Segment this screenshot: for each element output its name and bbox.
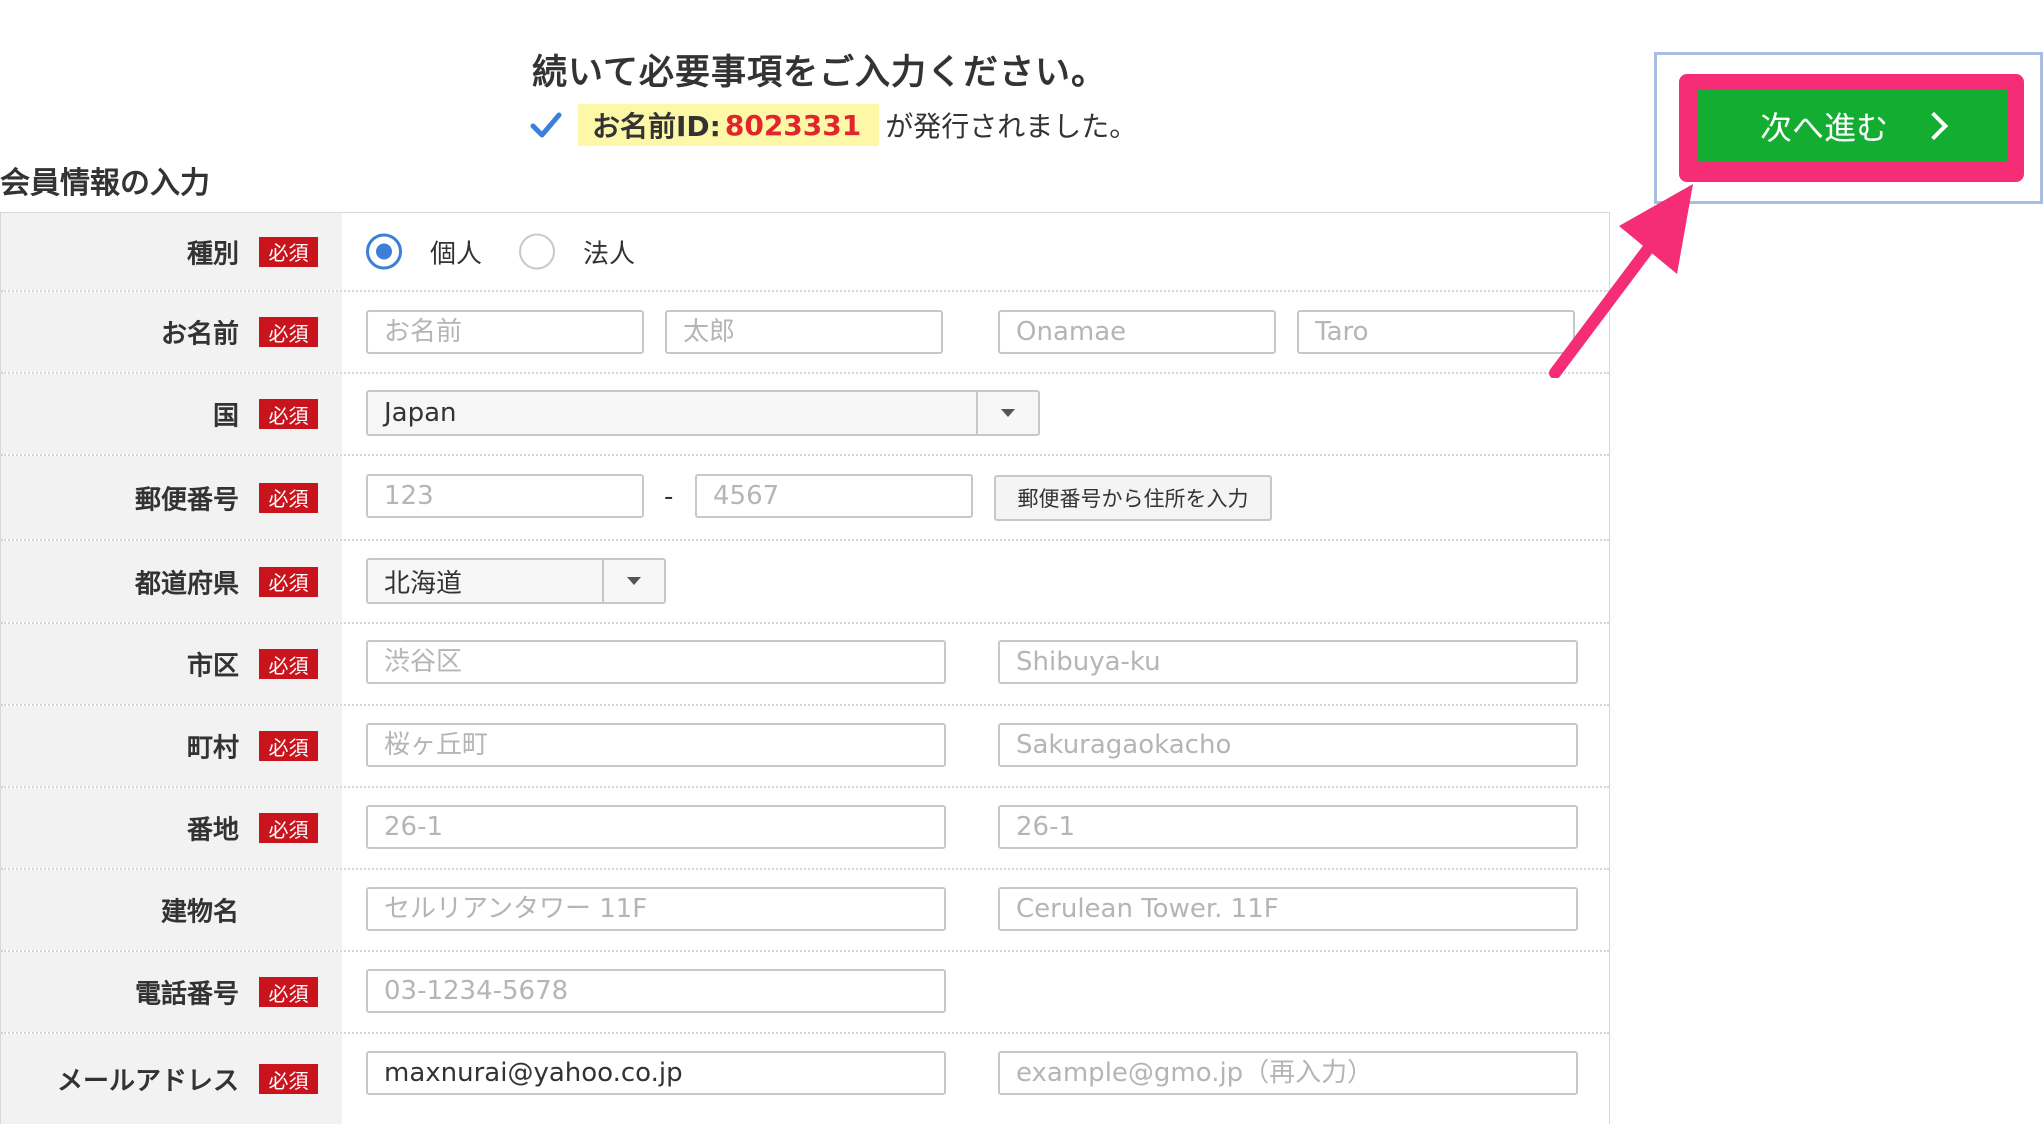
form-row-email: メールアドレス 必須 bbox=[1, 1034, 1609, 1124]
chevron-right-icon bbox=[1919, 111, 1949, 141]
field-label: お名前 bbox=[160, 319, 239, 350]
town-input[interactable] bbox=[366, 723, 946, 767]
city-romaji-input[interactable] bbox=[998, 640, 1578, 684]
required-badge: 必須 bbox=[259, 977, 318, 1007]
first-name-romaji-input[interactable] bbox=[1297, 310, 1575, 354]
issued-id: お名前ID: 8023331 bbox=[578, 104, 880, 146]
form-row-town: 町村 必須 bbox=[1, 706, 1609, 788]
form-row-name: お名前 必須 bbox=[1, 292, 1609, 374]
form-row-type: 種別 必須 個人 法人 bbox=[1, 213, 1609, 292]
next-button[interactable]: 次へ進む bbox=[1697, 90, 2007, 162]
email-confirm-input[interactable] bbox=[998, 1051, 1578, 1095]
country-select[interactable]: Japan bbox=[366, 390, 1040, 436]
form-row-building: 建物名 bbox=[1, 870, 1609, 952]
postal-code-second-input[interactable] bbox=[695, 474, 973, 518]
form-row-prefecture: 都道府県 必須 北海道 bbox=[1, 541, 1609, 624]
section-title: 会員情報の入力 bbox=[0, 166, 210, 201]
field-label: 都道府県 bbox=[134, 569, 239, 599]
dropdown-arrow-icon bbox=[602, 560, 664, 602]
email-input[interactable] bbox=[366, 1051, 946, 1095]
street-number-romaji-input[interactable] bbox=[998, 805, 1578, 849]
city-input[interactable] bbox=[366, 640, 946, 684]
postal-separator: - bbox=[664, 482, 674, 512]
field-label: 建物名 bbox=[160, 897, 239, 928]
issued-id-label: お名前ID: bbox=[592, 110, 721, 143]
form-row-postal: 郵便番号 必須 - 郵便番号から住所を入力 bbox=[1, 456, 1609, 541]
field-label: 番地 bbox=[186, 815, 239, 846]
postal-code-first-input[interactable] bbox=[366, 474, 644, 518]
required-badge: 必須 bbox=[259, 1064, 318, 1094]
prefecture-select[interactable]: 北海道 bbox=[366, 558, 666, 604]
required-badge: 必須 bbox=[259, 813, 318, 843]
radio-unselected-icon bbox=[519, 233, 555, 270]
radio-corporation[interactable]: 法人 bbox=[519, 233, 635, 270]
form-row-country: 国 必須 Japan bbox=[1, 374, 1609, 456]
required-badge: 必須 bbox=[259, 399, 318, 429]
issued-id-notice: お名前ID: 8023331 が発行されました。 bbox=[530, 104, 1137, 146]
form-row-address: 番地 必須 bbox=[1, 788, 1609, 870]
building-romaji-input[interactable] bbox=[998, 887, 1578, 931]
radio-individual[interactable]: 個人 bbox=[366, 233, 482, 270]
pointer-arrow-icon bbox=[1549, 184, 1693, 378]
phone-input[interactable] bbox=[366, 969, 946, 1013]
required-badge: 必須 bbox=[259, 317, 318, 347]
radio-selected-icon bbox=[366, 233, 402, 270]
field-label: 町村 bbox=[186, 733, 239, 764]
issued-id-suffix: が発行されました。 bbox=[885, 110, 1138, 143]
last-name-romaji-input[interactable] bbox=[998, 310, 1276, 354]
field-label: 市区 bbox=[186, 651, 239, 682]
issued-id-number: 8023331 bbox=[724, 108, 862, 142]
field-label: メールアドレス bbox=[56, 1066, 239, 1097]
required-badge: 必須 bbox=[259, 566, 318, 597]
postal-lookup-button[interactable]: 郵便番号から住所を入力 bbox=[994, 475, 1272, 521]
street-number-input[interactable] bbox=[366, 805, 946, 849]
form-row-city: 市区 必須 bbox=[1, 624, 1609, 706]
required-badge: 必須 bbox=[259, 236, 318, 267]
field-label: 郵便番号 bbox=[134, 485, 239, 515]
page-heading: 続いて必要事項をご入力ください。 bbox=[532, 53, 1107, 93]
first-name-input[interactable] bbox=[665, 310, 943, 354]
last-name-input[interactable] bbox=[366, 310, 644, 354]
field-label: 種別 bbox=[186, 239, 239, 269]
field-label: 電話番号 bbox=[134, 979, 239, 1010]
dropdown-arrow-icon bbox=[976, 392, 1038, 434]
building-input[interactable] bbox=[366, 887, 946, 931]
checkmark-icon bbox=[530, 112, 562, 138]
field-label: 国 bbox=[212, 401, 239, 432]
required-badge: 必須 bbox=[259, 649, 318, 679]
town-romaji-input[interactable] bbox=[998, 723, 1578, 767]
required-badge: 必須 bbox=[259, 482, 318, 513]
form-row-phone: 電話番号 必須 bbox=[1, 952, 1609, 1034]
member-info-form: 種別 必須 個人 法人 お名前 必須 国 bbox=[0, 212, 1610, 1124]
required-badge: 必須 bbox=[259, 731, 318, 761]
